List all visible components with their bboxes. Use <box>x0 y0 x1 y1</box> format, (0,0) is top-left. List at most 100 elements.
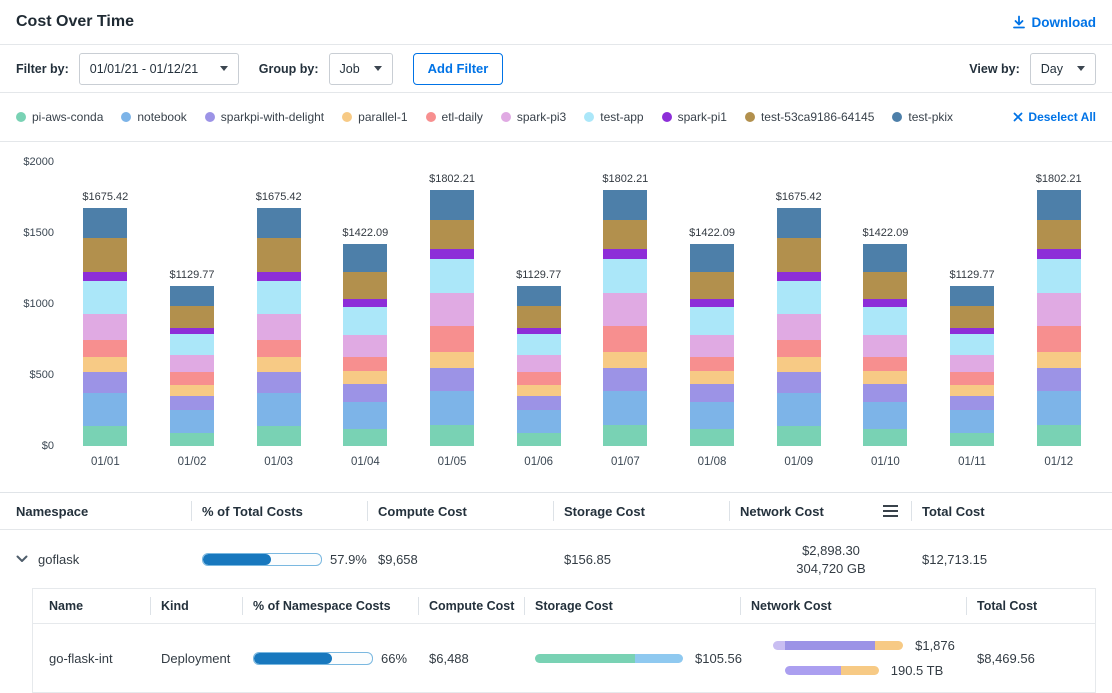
stacked-bar-01/04[interactable] <box>343 244 387 446</box>
chevron-down-icon <box>374 66 382 71</box>
column-header-compute[interactable]: Compute Cost <box>429 589 535 623</box>
pct-total-label: 57.9% <box>330 552 367 567</box>
bar-segment-test-53ca9186-64145 <box>257 238 301 272</box>
stacked-bar-01/06[interactable] <box>517 286 561 446</box>
bar-segment-spark-pi3 <box>257 314 301 340</box>
bar-segment-test-53ca9186-64145 <box>863 272 907 299</box>
x-axis-label: 01/06 <box>495 456 582 468</box>
column-header-storage[interactable]: Storage Cost <box>535 589 751 623</box>
bar-segment-parallel-1 <box>950 385 994 396</box>
network-cost-bar <box>773 641 903 650</box>
column-header-storage[interactable]: Storage Cost <box>564 493 740 529</box>
bar-segment-test-53ca9186-64145 <box>343 272 387 299</box>
x-axis-label: 01/11 <box>929 456 1016 468</box>
bar-segment-etl-daily <box>863 357 907 372</box>
bar-segment-notebook <box>690 402 734 429</box>
bar-segment-test-53ca9186-64145 <box>430 220 474 250</box>
column-header-pct-namespace[interactable]: % of Namespace Costs <box>253 589 429 623</box>
legend-item-parallel-1[interactable]: parallel-1 <box>342 110 407 124</box>
download-button[interactable]: Download <box>1012 15 1097 30</box>
date-range-select[interactable]: 01/01/21 - 01/12/21 <box>79 53 239 85</box>
legend-item-test-pkix[interactable]: test-pkix <box>892 110 953 124</box>
column-header-kind[interactable]: Kind <box>161 589 253 623</box>
column-header-compute[interactable]: Compute Cost <box>378 493 564 529</box>
bar-segment-test-53ca9186-64145 <box>517 306 561 327</box>
legend-item-etl-daily[interactable]: etl-daily <box>426 110 483 124</box>
y-axis: $0$500$1000$1500$2000 <box>16 162 62 446</box>
bar-segment-pi-aws-conda <box>603 425 647 446</box>
deselect-all-button[interactable]: Deselect All <box>1013 110 1096 124</box>
network-cost-cell: $2,898.30 304,720 GB <box>740 530 922 588</box>
bar-column-01/02: $1129.77 <box>149 162 236 446</box>
legend-label: pi-aws-conda <box>32 110 103 124</box>
bar-segment-test-53ca9186-64145 <box>777 238 821 272</box>
column-header-total[interactable]: Total Cost <box>922 493 1096 529</box>
legend-item-pi-aws-conda[interactable]: pi-aws-conda <box>16 110 103 124</box>
bar-total-label: $1129.77 <box>950 269 995 281</box>
y-axis-tick: $500 <box>30 369 54 381</box>
bar-segment-test-app <box>170 334 214 355</box>
bar-segment-sparkpi-with-delight <box>343 384 387 402</box>
column-header-name[interactable]: Name <box>49 589 161 623</box>
bar-segment-test-53ca9186-64145 <box>603 220 647 250</box>
stacked-bar-01/11[interactable] <box>950 286 994 446</box>
network-volume-line: 190.5 TB <box>785 663 944 678</box>
bar-segment-spark-pi3 <box>170 355 214 372</box>
column-header-network[interactable]: Network Cost <box>751 589 977 623</box>
bar-segment-notebook <box>1037 391 1081 425</box>
legend-swatch <box>426 112 436 122</box>
column-header-network[interactable]: Network Cost <box>740 493 922 529</box>
stacked-bar-01/05[interactable] <box>430 190 474 446</box>
bar-segment-spark-pi3 <box>777 314 821 340</box>
legend-swatch <box>892 112 902 122</box>
namespace-cell[interactable]: goflask <box>16 530 202 588</box>
table-row-goflask[interactable]: goflask 57.9% $9,658 $156.85 $2,898.30 3… <box>0 530 1112 588</box>
view-by-select[interactable]: Day <box>1030 53 1096 85</box>
legend-item-notebook[interactable]: notebook <box>121 110 186 124</box>
bar-segment-pi-aws-conda <box>1037 425 1081 446</box>
stacked-bar-01/10[interactable] <box>863 244 907 446</box>
stacked-bar-01/03[interactable] <box>257 208 301 446</box>
column-menu-icon[interactable] <box>883 505 898 517</box>
bar-segment-sparkpi-with-delight <box>170 396 214 410</box>
stacked-bar-01/09[interactable] <box>777 208 821 446</box>
mini-bar-segment <box>841 666 879 675</box>
column-header-total[interactable]: Total Cost <box>977 589 1095 623</box>
progress-fill <box>203 554 271 565</box>
network-volume-value: 304,720 GB <box>796 561 865 576</box>
bar-segment-parallel-1 <box>603 352 647 368</box>
group-by-select[interactable]: Job <box>329 53 393 85</box>
x-axis-label: 01/03 <box>235 456 322 468</box>
legend-item-test-app[interactable]: test-app <box>584 110 643 124</box>
stacked-bar-01/01[interactable] <box>83 208 127 446</box>
table-header: Namespace % of Total Costs Compute Cost … <box>0 493 1112 530</box>
legend-item-spark-pi1[interactable]: spark-pi1 <box>662 110 727 124</box>
legend-label: spark-pi1 <box>678 110 727 124</box>
legend-swatch <box>745 112 755 122</box>
bar-segment-spark-pi3 <box>690 335 734 357</box>
legend-item-sparkpi-with-delight[interactable]: sparkpi-with-delight <box>205 110 324 124</box>
stacked-bar-01/02[interactable] <box>170 286 214 446</box>
column-header-pct-total[interactable]: % of Total Costs <box>202 493 378 529</box>
legend-item-test-53ca9186-64145[interactable]: test-53ca9186-64145 <box>745 110 874 124</box>
total-cost-cell: $12,713.15 <box>922 530 1096 588</box>
network-volume-value: 190.5 TB <box>891 663 944 678</box>
add-filter-button[interactable]: Add Filter <box>413 53 504 85</box>
bar-segment-spark-pi3 <box>950 355 994 372</box>
bar-segment-test-pkix <box>777 208 821 238</box>
namespace-cost-table: Namespace % of Total Costs Compute Cost … <box>0 492 1112 693</box>
bar-segment-notebook <box>777 393 821 426</box>
chevron-down-icon[interactable] <box>16 555 28 563</box>
legend-item-spark-pi3[interactable]: spark-pi3 <box>501 110 566 124</box>
bar-segment-sparkpi-with-delight <box>257 372 301 393</box>
bar-segment-test-app <box>1037 259 1081 293</box>
stacked-bar-01/07[interactable] <box>603 190 647 446</box>
stacked-bar-01/08[interactable] <box>690 244 734 446</box>
stacked-bar-01/12[interactable] <box>1037 190 1081 446</box>
legend-swatch <box>584 112 594 122</box>
bar-segment-etl-daily <box>690 357 734 372</box>
bar-segment-pi-aws-conda <box>690 429 734 446</box>
bar-segment-test-app <box>257 281 301 314</box>
column-header-namespace[interactable]: Namespace <box>16 493 202 529</box>
bar-segment-etl-daily <box>603 326 647 352</box>
